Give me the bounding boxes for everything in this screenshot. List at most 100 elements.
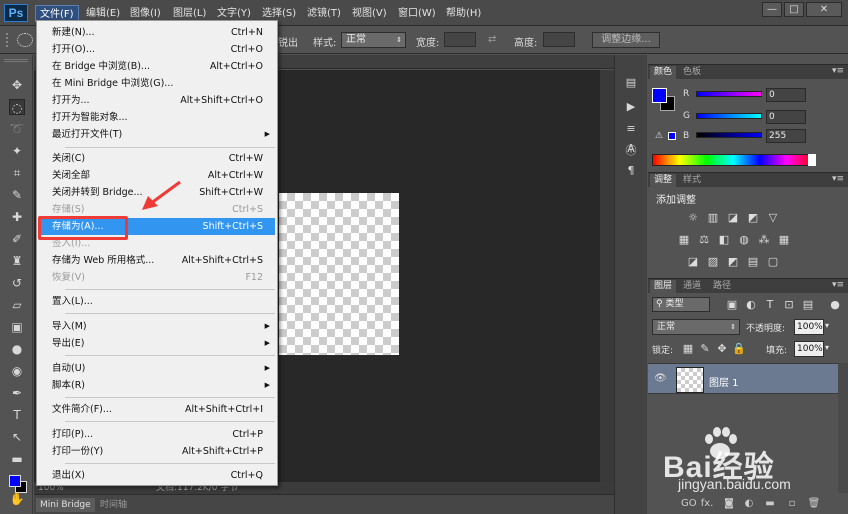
dodge-tool-icon[interactable]: ◉ bbox=[9, 363, 25, 379]
close-window-button[interactable]: ✕ bbox=[806, 2, 842, 17]
tab-mini-bridge[interactable]: Mini Bridge bbox=[36, 498, 95, 512]
exposure-icon[interactable]: ◩ bbox=[746, 211, 760, 224]
channel-r-value[interactable]: 0 bbox=[766, 88, 806, 102]
path-selection-tool-icon[interactable]: ↖ bbox=[9, 429, 25, 445]
menu-item-close-all[interactable]: 关闭全部 Alt+Ctrl+W bbox=[39, 167, 275, 184]
layer-row[interactable]: 👁 图层 1 bbox=[648, 363, 838, 394]
menu-view[interactable]: 视图(V) bbox=[348, 5, 391, 22]
width-input[interactable] bbox=[444, 32, 476, 47]
menu-item-save-as[interactable]: 存储为(A)... Shift+Ctrl+S bbox=[39, 218, 275, 235]
history-brush-tool-icon[interactable]: ↺ bbox=[9, 275, 25, 291]
menu-item-browse-bridge[interactable]: 在 Bridge 中浏览(B)... Alt+Ctrl+O bbox=[39, 58, 275, 75]
add-layer-style-icon[interactable]: fx. bbox=[700, 498, 714, 509]
swap-icon[interactable]: ⇄ bbox=[488, 34, 496, 45]
menu-item-check-in[interactable]: 签入(I)... bbox=[39, 235, 275, 252]
lock-all-icon[interactable]: 🔒 bbox=[732, 342, 746, 355]
menu-item-open-recent[interactable]: 最近打开文件(T) ▶ bbox=[39, 126, 275, 143]
color-balance-icon[interactable]: ⚖ bbox=[697, 233, 711, 246]
actions-panel-icon[interactable]: ▶ bbox=[623, 99, 639, 115]
menu-item-new[interactable]: 新建(N)... Ctrl+N bbox=[39, 24, 275, 41]
visibility-eye-icon[interactable]: 👁 bbox=[654, 373, 667, 384]
new-adjustment-layer-icon[interactable]: ◐ bbox=[742, 498, 756, 509]
tab-adjustments[interactable]: 调整 bbox=[650, 174, 677, 187]
menu-help[interactable]: 帮助(H) bbox=[442, 5, 485, 22]
eraser-tool-icon[interactable]: ▱ bbox=[9, 297, 25, 313]
panel-menu-icon[interactable]: ▾≡ bbox=[832, 280, 844, 290]
document-vertical-scrollbar[interactable] bbox=[600, 70, 614, 482]
character-panel-icon[interactable]: A bbox=[623, 141, 639, 157]
tab-styles[interactable]: 样式 bbox=[679, 174, 705, 187]
style-select[interactable]: 正常 ⇕ bbox=[341, 32, 406, 48]
menu-item-print-one-copy[interactable]: 打印一份(Y) Alt+Shift+Ctrl+P bbox=[39, 443, 275, 460]
color-lookup-icon[interactable]: ▦ bbox=[777, 233, 791, 246]
elliptical-marquee-tool-icon[interactable]: ◌ bbox=[9, 99, 25, 115]
menu-item-export[interactable]: 导出(E) ▶ bbox=[39, 335, 275, 352]
ellipse-marquee-preset-icon[interactable] bbox=[17, 33, 33, 47]
gradient-map-icon[interactable]: ▤ bbox=[746, 255, 760, 268]
hue-saturation-icon[interactable]: ▦ bbox=[677, 233, 691, 246]
menu-item-open-smart-object[interactable]: 打开为智能对象... bbox=[39, 109, 275, 126]
menu-item-exit[interactable]: 退出(X) Ctrl+Q bbox=[39, 467, 275, 484]
pen-tool-icon[interactable]: ✒ bbox=[9, 385, 25, 401]
color-panel-foreground-swatch[interactable] bbox=[652, 88, 667, 103]
new-group-icon[interactable]: ▬ bbox=[763, 498, 777, 509]
menu-item-open-as[interactable]: 打开为... Alt+Shift+Ctrl+O bbox=[39, 92, 275, 109]
invert-icon[interactable]: ◪ bbox=[686, 255, 700, 268]
filter-type-icon[interactable]: T bbox=[763, 298, 777, 311]
lock-image-icon[interactable]: ✎ bbox=[698, 342, 712, 355]
tab-swatches[interactable]: 色板 bbox=[679, 66, 705, 79]
filter-smart-object-icon[interactable]: ▤ bbox=[801, 298, 815, 311]
posterize-icon[interactable]: ▨ bbox=[706, 255, 720, 268]
transparent-canvas[interactable] bbox=[279, 193, 399, 355]
rectangle-tool-icon[interactable]: ▬ bbox=[9, 451, 25, 467]
color-spectrum-ramp[interactable] bbox=[652, 154, 814, 166]
filter-toggle-icon[interactable]: ● bbox=[828, 298, 842, 311]
blur-tool-icon[interactable]: ● bbox=[9, 341, 25, 357]
brightness-contrast-icon[interactable]: ☼ bbox=[686, 211, 700, 224]
menu-item-save[interactable]: 存储(S) Ctrl+S bbox=[39, 201, 275, 218]
blend-mode-select[interactable]: 正常 ⇕ bbox=[652, 319, 740, 335]
clone-stamp-tool-icon[interactable]: ♜ bbox=[9, 253, 25, 269]
move-tool-icon[interactable]: ✥ bbox=[9, 77, 25, 93]
channel-mixer-icon[interactable]: ⁂ bbox=[757, 233, 771, 246]
link-layers-icon[interactable]: GO bbox=[681, 498, 697, 509]
foreground-color-swatch[interactable] bbox=[9, 475, 21, 487]
crop-tool-icon[interactable]: ⌗ bbox=[9, 165, 25, 181]
channel-g-slider[interactable] bbox=[696, 113, 762, 119]
black-white-icon[interactable]: ◧ bbox=[717, 233, 731, 246]
refine-edge-button[interactable]: 调整边缘... bbox=[592, 32, 660, 48]
layers-scrollbar[interactable] bbox=[838, 363, 848, 493]
new-layer-icon[interactable]: ▫ bbox=[785, 498, 799, 509]
tab-layers[interactable]: 图层 bbox=[650, 280, 677, 293]
channel-b-slider[interactable] bbox=[696, 132, 762, 138]
menu-item-automate[interactable]: 自动(U) ▶ bbox=[39, 360, 275, 377]
vibrance-icon[interactable]: ▽ bbox=[766, 211, 780, 224]
lock-transparent-icon[interactable]: ▦ bbox=[681, 342, 695, 355]
tab-color[interactable]: 颜色 bbox=[650, 66, 677, 79]
hand-tool-icon-2[interactable]: ✋ bbox=[9, 491, 25, 507]
filter-adjustment-icon[interactable]: ◐ bbox=[744, 298, 758, 311]
opacity-input[interactable]: 100% bbox=[794, 319, 824, 335]
menu-item-close[interactable]: 关闭(C) Ctrl+W bbox=[39, 150, 275, 167]
lock-position-icon[interactable]: ✥ bbox=[715, 342, 729, 355]
menu-item-close-go-bridge[interactable]: 关闭并转到 Bridge... Shift+Ctrl+W bbox=[39, 184, 275, 201]
filter-pixel-icon[interactable]: ▣ bbox=[725, 298, 739, 311]
panel-menu-icon[interactable]: ▾≡ bbox=[832, 174, 844, 184]
menu-item-scripts[interactable]: 脚本(R) ▶ bbox=[39, 377, 275, 394]
history-panel-icon[interactable]: ▤ bbox=[623, 75, 639, 91]
fill-input[interactable]: 100% bbox=[794, 341, 824, 357]
photo-filter-icon[interactable]: ◍ bbox=[737, 233, 751, 246]
menu-item-open[interactable]: 打开(O)... Ctrl+O bbox=[39, 41, 275, 58]
layer-name[interactable]: 图层 1 bbox=[709, 374, 739, 389]
white-swatch[interactable] bbox=[808, 154, 816, 166]
type-tool-icon[interactable]: T bbox=[9, 407, 25, 423]
paragraph-panel-icon[interactable]: ¶ bbox=[623, 163, 639, 179]
menu-item-file-info[interactable]: 文件简介(F)... Alt+Shift+Ctrl+I bbox=[39, 401, 275, 418]
fill-dropdown-icon[interactable]: ▾ bbox=[825, 343, 829, 352]
filter-shape-icon[interactable]: ⊡ bbox=[782, 298, 796, 311]
delete-layer-icon[interactable]: 🗑 bbox=[807, 498, 821, 509]
menu-filter[interactable]: 滤镜(T) bbox=[303, 5, 345, 22]
selective-color-icon[interactable]: ▢ bbox=[766, 255, 780, 268]
healing-brush-tool-icon[interactable]: ✚ bbox=[9, 209, 25, 225]
properties-panel-icon[interactable]: ≡ bbox=[623, 121, 639, 137]
